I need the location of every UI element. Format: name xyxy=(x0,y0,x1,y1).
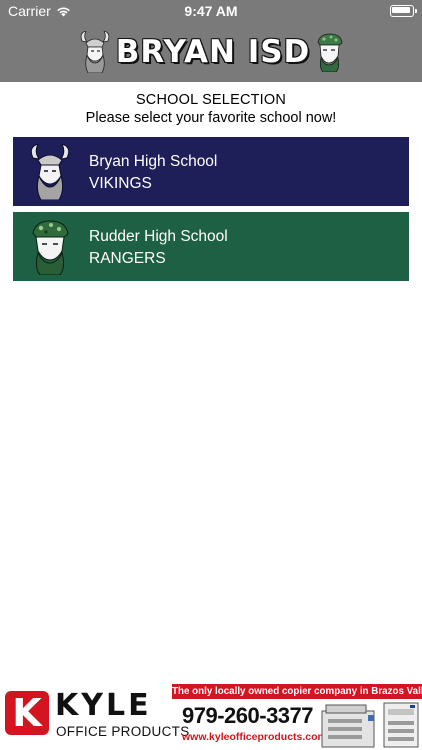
header-title: BRYAN ISD xyxy=(115,34,311,70)
ad-phone-number: 979-260-3377 xyxy=(182,703,314,728)
ranger-logo-icon xyxy=(317,33,343,72)
school-mascot: VIKINGS xyxy=(89,175,152,192)
ad-tagline: The only locally owned copier company in… xyxy=(172,684,422,699)
status-bar: Carrier 9:47 AM xyxy=(0,0,422,22)
school-name: Rudder High School xyxy=(89,228,228,245)
school-selection-title: SCHOOL SELECTION xyxy=(135,92,287,108)
viking-logo-icon xyxy=(80,31,109,73)
ranger-logo-icon xyxy=(32,220,69,275)
copier-machines-icon xyxy=(321,702,419,748)
status-time: 9:47 AM xyxy=(184,3,238,19)
school-mascot: RANGERS xyxy=(89,250,166,267)
school-card-bryan-high[interactable]: Bryan High School VIKINGS xyxy=(13,137,409,206)
viking-logo-icon xyxy=(30,144,70,200)
ad-website-url: www.kyleofficeproducts.com xyxy=(182,731,327,743)
ad-banner[interactable]: K KYLE OFFICE PRODUCTS The only locally … xyxy=(0,683,422,750)
school-card-rudder-high[interactable]: Rudder High School RANGERS xyxy=(13,212,409,281)
ad-brand-subtitle: OFFICE PRODUCTS xyxy=(56,724,190,739)
school-selection-subtitle: Please select your favorite school now! xyxy=(85,110,337,126)
battery-icon xyxy=(390,5,417,17)
app-header: BRYAN ISD xyxy=(0,22,422,82)
ad-brand-name: KYLE xyxy=(55,688,152,723)
school-name: Bryan High School xyxy=(89,153,218,170)
ad-logo-k: K xyxy=(5,691,49,735)
school-selection-screen: Carrier 9:47 AM BRYAN ISD SCHOOL SELECTI… xyxy=(0,0,422,750)
